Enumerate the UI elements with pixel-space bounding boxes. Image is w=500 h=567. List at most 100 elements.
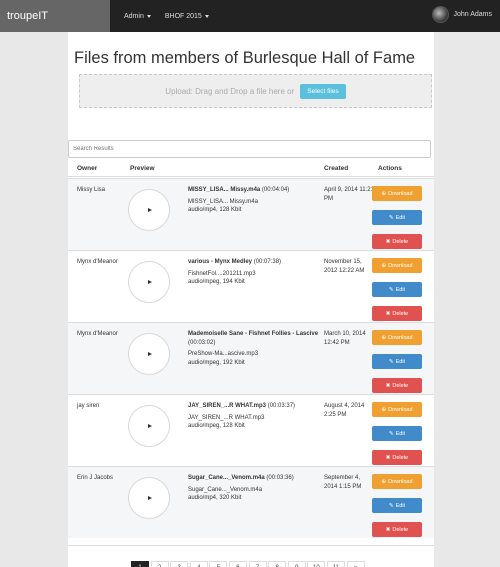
delete-button[interactable]: ✖ Delete	[372, 234, 422, 249]
audio-player[interactable]	[128, 333, 170, 375]
file-name: MISSY_LISA... Missy.m4a	[188, 198, 258, 205]
page-button[interactable]: 9	[287, 561, 306, 567]
user-menu[interactable]: John Adams	[432, 6, 492, 23]
owner-name[interactable]: Mynx d'Meanor	[77, 258, 127, 267]
delete-button[interactable]: ✖ Delete	[372, 522, 422, 537]
upload-text: Upload: Drag and Drop a file here or	[165, 86, 295, 96]
play-icon[interactable]	[148, 280, 152, 284]
audio-player[interactable]	[128, 477, 170, 519]
track-duration: (00:03:37)	[267, 403, 296, 409]
download-icon: ⊕	[381, 262, 387, 269]
owner-name[interactable]: Mynx d'Meanor	[77, 330, 127, 339]
track-duration: (00:03:36)	[266, 475, 294, 481]
edit-button[interactable]: ✎ Edit	[372, 498, 422, 513]
admin-menu-label: Admin	[124, 12, 144, 20]
download-icon: ⊕	[381, 334, 387, 341]
file-name: Sugar_Cane..._Venom.m4a	[188, 486, 263, 493]
page-button[interactable]: 4	[189, 561, 208, 567]
created-date: November 15, 2012 12:22 AM	[324, 259, 365, 274]
file-info: various - Mynx Medley (00:07:38) FishnetF…	[188, 258, 320, 287]
edit-label: Edit	[395, 214, 406, 221]
delete-label: Delete	[392, 382, 409, 389]
page-button[interactable]: 11	[326, 561, 345, 567]
main-panel: Files from members of Burlesque Hall of …	[68, 32, 434, 567]
file-title: MISSY_LISA... Missy.m4a (00:04:04)	[188, 186, 320, 195]
owner-header: Owner	[77, 165, 98, 172]
table-row: Mynx d'Meanor various - Mynx Medley (00:0…	[68, 250, 434, 322]
page-button[interactable]: 3	[170, 561, 189, 567]
owner-name[interactable]: Missy Lisa	[77, 186, 127, 195]
pencil-icon: ✎	[388, 286, 394, 293]
audio-player[interactable]	[128, 405, 170, 447]
file-info: Mademoiselle Sane - Fishnet Follies - La…	[188, 330, 320, 367]
edit-label: Edit	[395, 502, 406, 509]
page-button[interactable]: 7	[248, 561, 267, 567]
page-button[interactable]: 8	[268, 561, 287, 567]
track-title: Mademoiselle Sane - Fishnet Follies - La…	[188, 331, 319, 337]
file-title: various - Mynx Medley (00:07:38)	[188, 258, 320, 267]
next-page-button[interactable]: »	[346, 561, 365, 567]
edit-button[interactable]: ✎ Edit	[372, 210, 422, 225]
play-icon[interactable]	[148, 352, 152, 356]
page-button[interactable]: 2	[150, 561, 169, 567]
play-icon[interactable]	[148, 424, 152, 428]
edit-button[interactable]: ✎ Edit	[372, 282, 422, 297]
close-icon: ✖	[385, 310, 391, 317]
track-title: JAY_SIREN_...R WHAT.mp3	[188, 403, 267, 409]
edit-button[interactable]: ✎ Edit	[372, 354, 422, 369]
download-button[interactable]: ⊕ Download	[372, 474, 422, 489]
actions-header: Actions	[378, 165, 402, 172]
edit-label: Edit	[395, 430, 406, 437]
play-icon[interactable]	[148, 496, 152, 500]
delete-button[interactable]: ✖ Delete	[372, 378, 422, 393]
page-button[interactable]: 10	[307, 561, 326, 567]
table-row: jay siren JAY_SIREN_...R WHAT.mp3 (00:03:…	[68, 394, 434, 466]
created-date: March 10, 2014 12:42 PM	[324, 331, 366, 346]
file-meta: audio/mp4, 320 Kbit	[188, 495, 242, 501]
download-icon: ⊕	[381, 406, 387, 413]
pencil-icon: ✎	[388, 430, 394, 437]
download-label: Download	[388, 478, 413, 485]
file-meta: audio/mpeg, 192 Kbit	[188, 359, 245, 366]
page-title: Files from members of Burlesque Hall of …	[74, 49, 416, 67]
select-files-button[interactable]: Select files	[300, 83, 346, 99]
delete-label: Delete	[392, 310, 409, 317]
page-button[interactable]: 1	[131, 561, 149, 567]
track-duration: (00:03:02)	[188, 339, 216, 346]
download-icon: ⊕	[381, 478, 387, 485]
created-date: April 9, 2014 11:21 PM	[324, 187, 374, 202]
track-title: various - Mynx Medley	[188, 259, 253, 265]
owner-name[interactable]: Erin J Jacobs	[77, 474, 127, 483]
track-duration: (00:04:04)	[261, 187, 290, 193]
file-name: JAY_SIREN_...R WHAT.mp3	[188, 414, 265, 421]
edit-button[interactable]: ✎ Edit	[372, 426, 422, 441]
edit-label: Edit	[395, 286, 406, 293]
play-icon[interactable]	[148, 208, 152, 212]
download-button[interactable]: ⊕ Download	[372, 258, 422, 273]
delete-button[interactable]: ✖ Delete	[372, 450, 422, 465]
page-button[interactable]: 5	[209, 561, 228, 567]
download-button[interactable]: ⊕ Download	[372, 402, 422, 417]
chevron-down-icon	[146, 14, 151, 18]
bhof-menu[interactable]: BHOF 2015	[165, 13, 209, 20]
top-navbar: troupeIT Admin BHOF 2015 John Adams	[0, 0, 500, 32]
pagination: 1234567891011»	[131, 561, 366, 567]
search-input[interactable]	[68, 140, 431, 158]
delete-button[interactable]: ✖ Delete	[372, 306, 422, 321]
table-header: Owner Preview Created Actions	[68, 163, 434, 177]
owner-name[interactable]: jay siren	[77, 402, 127, 411]
admin-menu[interactable]: Admin	[124, 13, 151, 20]
file-info: MISSY_LISA... Missy.m4a (00:04:04) MISSY_…	[188, 186, 320, 215]
file-name: FishnetFol....201211.mp3	[188, 270, 256, 277]
download-button[interactable]: ⊕ Download	[372, 330, 422, 345]
download-button[interactable]: ⊕ Download	[372, 186, 422, 201]
audio-player[interactable]	[128, 261, 170, 303]
upload-dropzone[interactable]: Upload: Drag and Drop a file here or Sel…	[79, 74, 432, 108]
table-bottom-border	[68, 545, 434, 546]
audio-player[interactable]	[128, 189, 170, 231]
download-icon: ⊕	[381, 190, 387, 197]
brand-logo[interactable]: troupeIT	[0, 0, 110, 32]
close-icon: ✖	[385, 526, 391, 533]
page-button[interactable]: 6	[228, 561, 247, 567]
file-info: Sugar_Cane..._Venom.m4a (00:03:36) Sugar_…	[188, 474, 320, 503]
